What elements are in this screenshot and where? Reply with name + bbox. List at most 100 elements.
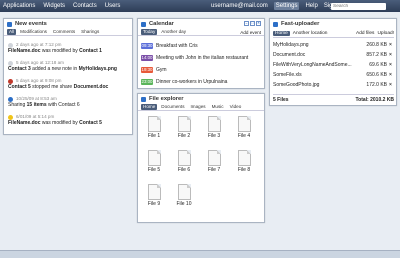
- file-item[interactable]: File 4: [234, 116, 254, 139]
- event-text: was modified by: [40, 48, 80, 54]
- file-item[interactable]: File 10: [174, 184, 194, 207]
- tab-another-location[interactable]: Another location: [293, 31, 328, 36]
- explorer-title: File explorer: [149, 96, 184, 102]
- event-contact-link[interactable]: Contact 1: [79, 48, 102, 54]
- calendar-event[interactable]: 23:00 Dinner co-workers in Urpulnaina: [141, 79, 227, 85]
- document-icon: [237, 116, 251, 132]
- file-item[interactable]: File 5: [144, 150, 164, 173]
- calendar-event[interactable]: 14:00 Meeting with John in the italian r…: [141, 55, 248, 61]
- top-bar: Applications Widgets Contacts Users user…: [0, 0, 400, 12]
- menu-widgets[interactable]: Widgets: [43, 2, 65, 10]
- event-time-badge: 14:00: [141, 55, 153, 61]
- tab-today[interactable]: Today: [141, 29, 158, 35]
- event-time: 5 days ago at 9:08 pm: [16, 78, 62, 83]
- event-time: 10/25/09 at 8:53 am: [16, 96, 57, 101]
- event-file-link[interactable]: Document.doc: [74, 84, 109, 90]
- uploader-footer: 5 Files Total: 2010.2 KB: [273, 94, 394, 103]
- event-meta: 10/25/09 at 8:53 am: [8, 96, 130, 102]
- event-time: 6/01/09 at 5:14 pm: [16, 114, 55, 119]
- remove-icon[interactable]: ×: [387, 82, 394, 88]
- file-name: File 8: [237, 167, 251, 173]
- tab-music[interactable]: Music: [210, 104, 226, 110]
- upload-file-size: 69.6 KB: [369, 62, 387, 68]
- file-count: 5 Files: [273, 97, 289, 103]
- file-explorer-panel: File explorer Home Documents Images Musi…: [137, 93, 265, 223]
- file-name: File 6: [177, 167, 191, 173]
- document-icon: [207, 116, 221, 132]
- user-email[interactable]: username@mail.com: [211, 2, 268, 10]
- file-name: File 3: [207, 133, 221, 139]
- minimize-icon[interactable]: –: [244, 21, 249, 26]
- calendar-icon: [141, 21, 146, 27]
- upload-file-row: FileWithVeryLongNameAndSome... 69.6 KB ×: [273, 62, 394, 68]
- upload-button[interactable]: Upload!: [377, 31, 394, 36]
- event-text: was modified by: [40, 120, 80, 126]
- upload-file-row: SomeFile.xls 650.6 KB ×: [273, 72, 394, 78]
- calendar-event[interactable]: 09:30 Breakfast with Cris: [141, 43, 198, 49]
- menu-contacts[interactable]: Contacts: [73, 2, 97, 10]
- calendar-title-bar: Calendar – □ ×: [138, 19, 264, 29]
- file-item[interactable]: File 1: [144, 116, 164, 139]
- user-menu: username@mail.com Settings Help Sign out: [211, 2, 346, 10]
- remove-icon[interactable]: ×: [387, 72, 394, 78]
- help-link[interactable]: Help: [305, 2, 317, 10]
- events-icon: [7, 21, 12, 27]
- file-name: File 9: [147, 201, 161, 207]
- file-item[interactable]: File 9: [144, 184, 164, 207]
- calendar-title: Calendar: [149, 21, 174, 27]
- calendar-event[interactable]: 19:30 Gym: [141, 67, 167, 73]
- add-event-button[interactable]: Add event: [240, 30, 261, 35]
- event-file-link[interactable]: FileName.doc: [8, 120, 41, 126]
- document-icon: [207, 150, 221, 166]
- tab-sharings[interactable]: Sharings: [79, 29, 101, 35]
- upload-file-name: SomeFile.xls: [273, 72, 302, 78]
- event-label: Gym: [156, 67, 167, 73]
- document-icon: [147, 184, 161, 200]
- upload-file-name: FileWithVeryLongNameAndSome...: [273, 62, 352, 68]
- event-label: Dinner co-workers in Urpulnaina: [156, 79, 228, 85]
- event-message: Contact 5 stopped me share Document.doc: [8, 84, 130, 90]
- upload-file-name: MyHolidays.png: [273, 42, 309, 48]
- tab-video[interactable]: Video: [228, 104, 244, 110]
- file-item[interactable]: File 3: [204, 116, 224, 139]
- upload-file-size: 650.6 KB: [366, 72, 387, 78]
- tab-home[interactable]: Home: [273, 31, 290, 36]
- search-input[interactable]: [331, 2, 386, 10]
- event-file-link[interactable]: FileName.doc: [8, 48, 41, 54]
- tab-another-day[interactable]: Another day: [159, 29, 188, 35]
- document-icon: [147, 116, 161, 132]
- file-item[interactable]: File 2: [174, 116, 194, 139]
- event-items-link[interactable]: 15 items: [27, 102, 47, 108]
- tab-all[interactable]: All: [7, 29, 17, 35]
- add-files-button[interactable]: Add files: [356, 31, 374, 36]
- tab-images[interactable]: Images: [189, 104, 208, 110]
- events-panel: New events All Modifications Comments Sh…: [3, 18, 133, 135]
- tab-modifications[interactable]: Modifications: [18, 29, 49, 35]
- close-icon[interactable]: ×: [256, 21, 261, 26]
- menu-applications[interactable]: Applications: [3, 2, 35, 10]
- file-name: File 7: [207, 167, 221, 173]
- event-contact-link[interactable]: Contact 5: [8, 84, 31, 90]
- upload-file-row: Document.doc 857.2 KB ×: [273, 52, 394, 58]
- settings-link[interactable]: Settings: [273, 2, 300, 10]
- tab-home[interactable]: Home: [141, 104, 158, 110]
- tab-documents[interactable]: Documents: [159, 104, 186, 110]
- event-item: 10/25/09 at 8:53 am Sharing 15 items wit…: [8, 96, 130, 108]
- event-item: 5 days ago at 12:18 am Contact 3 added a…: [8, 60, 130, 72]
- menu-users[interactable]: Users: [105, 2, 121, 10]
- maximize-icon[interactable]: □: [250, 21, 255, 26]
- event-file-link[interactable]: MyHolidays.png: [79, 66, 117, 72]
- file-item[interactable]: File 6: [174, 150, 194, 173]
- file-item[interactable]: File 7: [204, 150, 224, 173]
- remove-icon[interactable]: ×: [387, 52, 394, 58]
- share-icon: [8, 96, 13, 102]
- file-item[interactable]: File 8: [234, 150, 254, 173]
- event-contact-link[interactable]: Contact 3: [8, 66, 31, 72]
- event-contact-link[interactable]: Contact 5: [79, 120, 102, 126]
- file-name: File 1: [147, 133, 161, 139]
- file-name: File 4: [237, 133, 251, 139]
- event-time: 5 days ago at 12:18 am: [16, 60, 65, 65]
- tab-comments[interactable]: Comments: [51, 29, 77, 35]
- remove-icon[interactable]: ×: [387, 42, 394, 48]
- remove-icon[interactable]: ×: [387, 62, 394, 68]
